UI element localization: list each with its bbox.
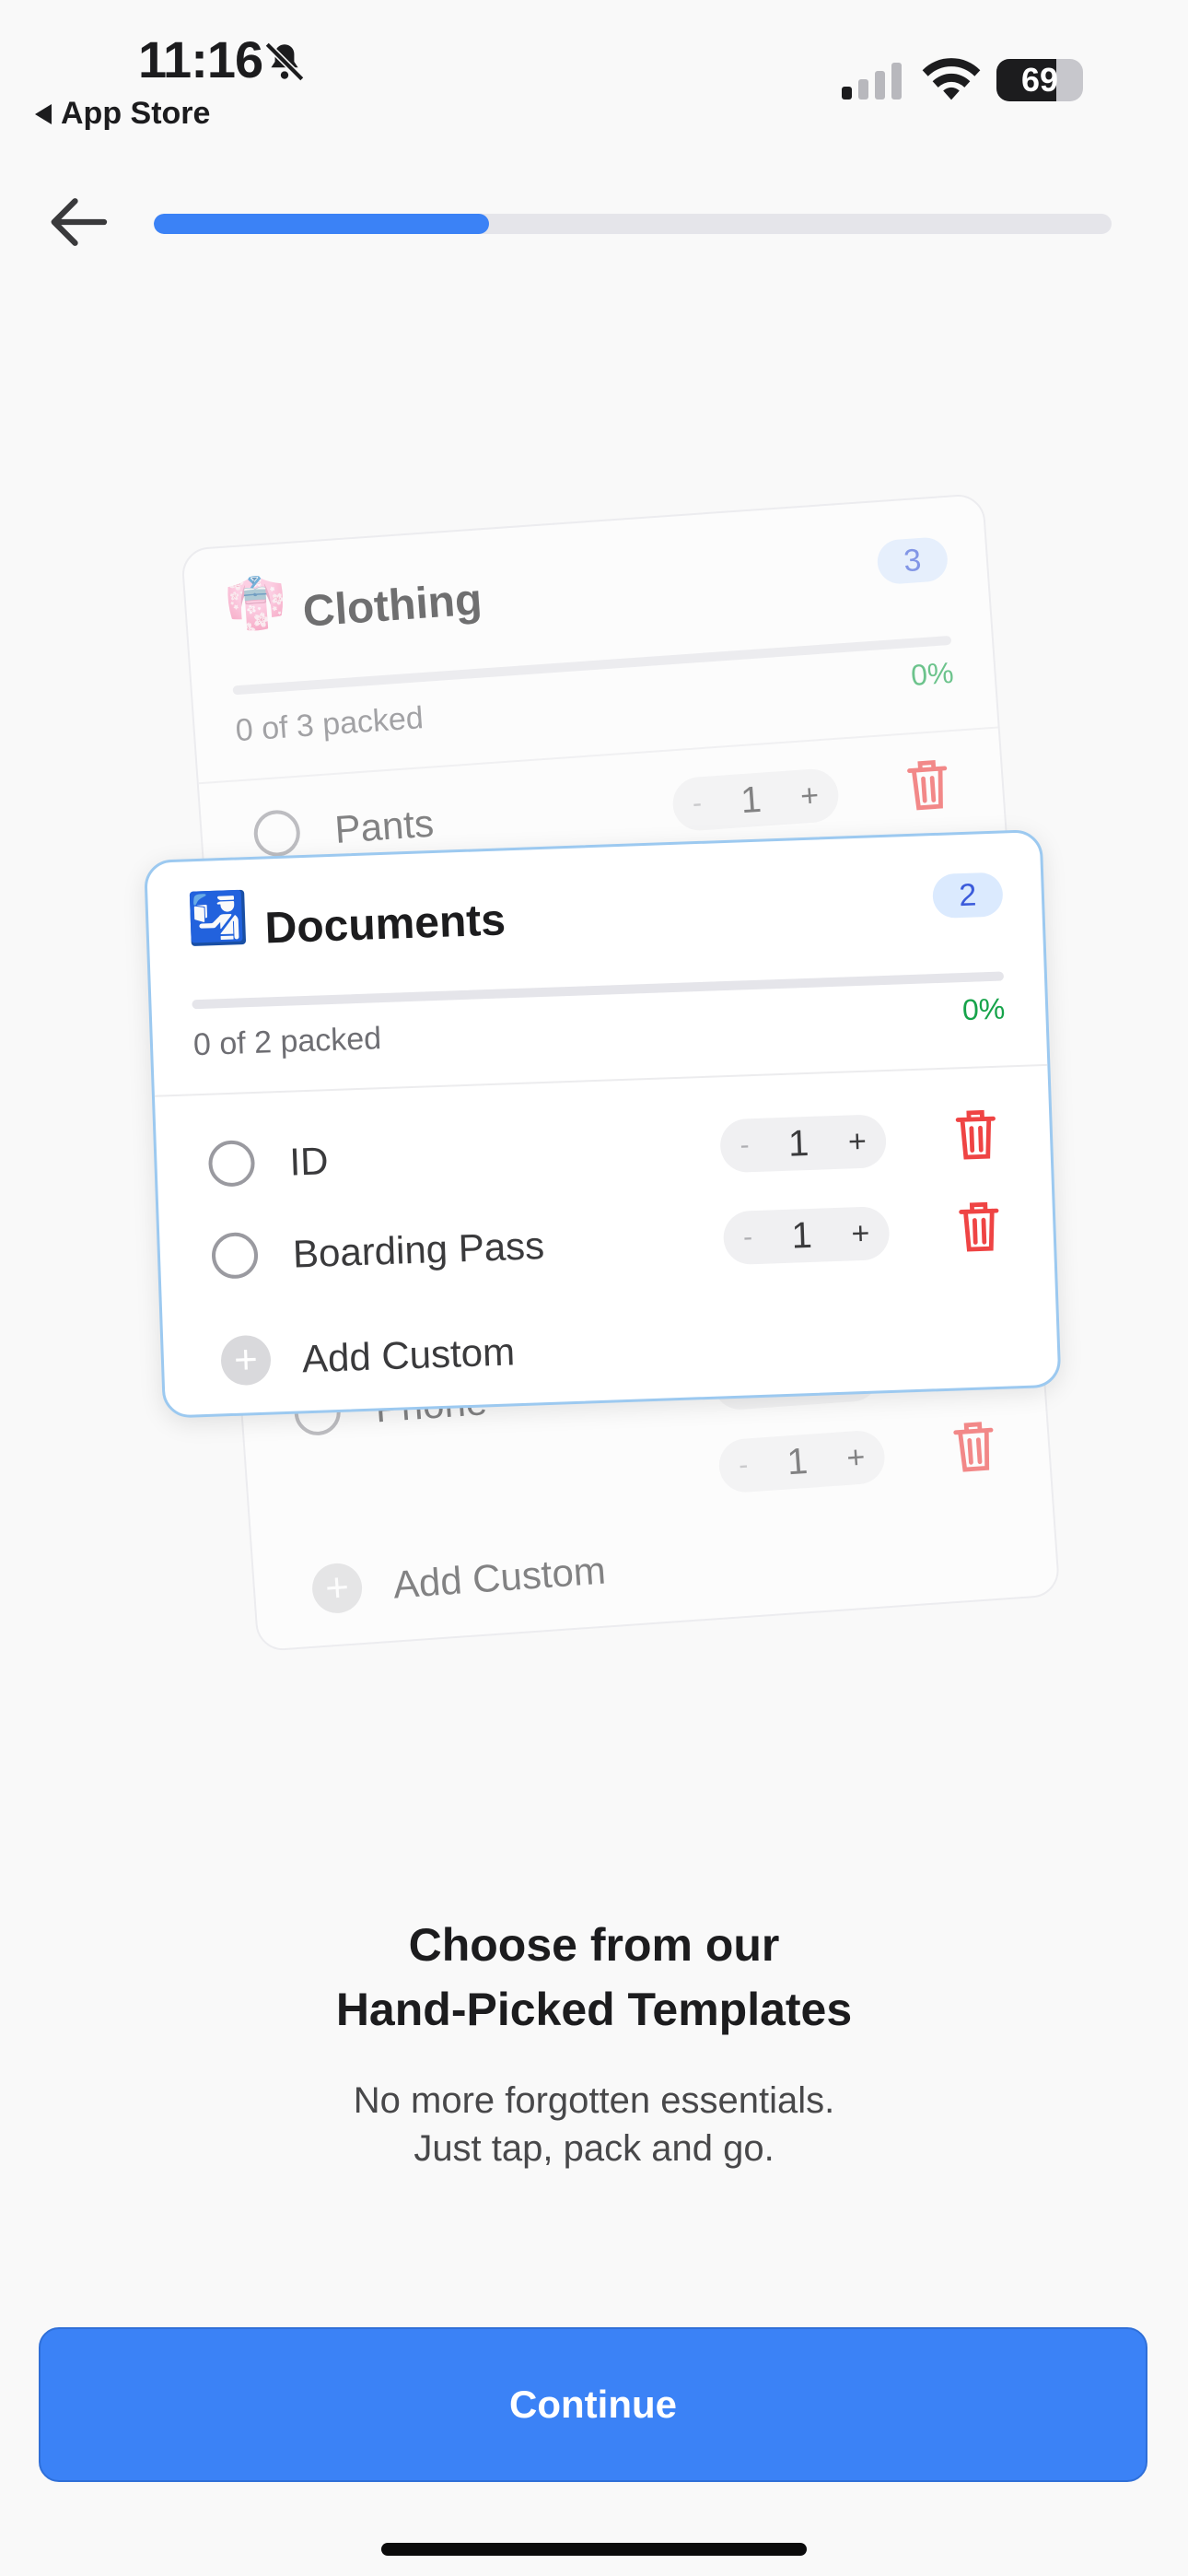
packed-percent: 0% — [961, 991, 1006, 1027]
item-name: Pants — [333, 801, 436, 851]
status-time: 11:16 — [138, 30, 263, 88]
home-indicator — [381, 2543, 807, 2556]
quantity-stepper[interactable]: - 1 + — [670, 767, 841, 833]
battery-icon: 69 — [996, 59, 1083, 101]
documents-card: 🛂 Documents 2 0 of 2 packed 0% ID - 1 + … — [144, 828, 1062, 1419]
decrement-button[interactable]: - — [738, 1449, 749, 1481]
clothing-emoji-icon: 👘 — [223, 574, 289, 634]
decrement-button[interactable]: - — [692, 788, 703, 820]
trash-icon[interactable] — [950, 1418, 998, 1476]
divider — [154, 1063, 1048, 1097]
back-arrow-icon[interactable] — [44, 190, 112, 254]
onboarding-progress-bar — [154, 214, 1112, 234]
subtitle-line-2: Just tap, pack and go. — [413, 2128, 775, 2169]
onboarding-subtitle: No more forgotten essentials. Just tap, … — [0, 2077, 1188, 2172]
quantity-value: 1 — [739, 779, 763, 821]
battery-percent: 69 — [1020, 61, 1059, 99]
card-title: Documents — [263, 896, 507, 954]
packed-progress-track — [232, 635, 952, 696]
increment-button[interactable]: + — [799, 778, 821, 814]
subtitle-line-1: No more forgotten essentials. — [353, 2080, 835, 2121]
item-checkbox[interactable] — [252, 808, 302, 859]
back-triangle-icon — [35, 103, 52, 124]
add-custom-row[interactable]: + Add Custom — [162, 1291, 1057, 1396]
quantity-value: 1 — [790, 1214, 813, 1257]
quantity-stepper[interactable]: - 1 + — [716, 1429, 887, 1494]
item-name: ID — [288, 1139, 330, 1184]
packed-summary: 0 of 2 packed — [192, 1021, 382, 1063]
headline-line-2: Hand-Picked Templates — [335, 1984, 853, 2035]
passport-emoji-icon: 🛂 — [186, 890, 250, 948]
headline-line-1: Choose from our — [408, 1919, 780, 1971]
add-plus-icon: + — [310, 1562, 364, 1615]
onboarding-progress-fill — [154, 214, 489, 234]
decrement-button[interactable]: - — [742, 1222, 752, 1253]
cellular-signal-icon — [842, 61, 902, 100]
back-to-app-store[interactable]: App Store — [35, 96, 210, 132]
packed-progress-track — [192, 971, 1005, 1010]
trash-icon[interactable] — [904, 755, 952, 814]
increment-button[interactable]: + — [851, 1215, 870, 1252]
quantity-value: 1 — [786, 1440, 809, 1482]
item-checkbox[interactable] — [207, 1140, 256, 1188]
item-checkbox[interactable] — [211, 1231, 259, 1280]
trash-icon[interactable] — [953, 1107, 999, 1164]
add-custom-label: Add Custom — [301, 1329, 516, 1381]
item-count-badge: 3 — [876, 535, 949, 586]
packed-percent: 0% — [909, 655, 955, 692]
back-app-label: App Store — [61, 96, 211, 131]
increment-button[interactable]: + — [845, 1439, 867, 1476]
card-title: Clothing — [301, 575, 484, 637]
trash-icon[interactable] — [956, 1199, 1002, 1256]
quantity-stepper[interactable]: - 1 + — [719, 1114, 888, 1174]
continue-button[interactable]: Continue — [39, 2327, 1147, 2482]
bell-slash-icon — [264, 41, 305, 82]
quantity-value: 1 — [787, 1122, 810, 1165]
onboarding-headline: Choose from our Hand-Picked Templates — [0, 1913, 1188, 2042]
quantity-stepper[interactable]: - 1 + — [722, 1206, 891, 1266]
increment-button[interactable]: + — [847, 1123, 867, 1160]
item-name: Boarding Pass — [292, 1224, 545, 1276]
wifi-icon — [922, 58, 981, 100]
add-custom-label: Add Custom — [391, 1548, 608, 1607]
item-count-badge: 2 — [932, 872, 1004, 919]
packed-summary: 0 of 3 packed — [234, 700, 425, 749]
add-plus-icon: + — [220, 1334, 272, 1387]
decrement-button[interactable]: - — [740, 1130, 750, 1161]
